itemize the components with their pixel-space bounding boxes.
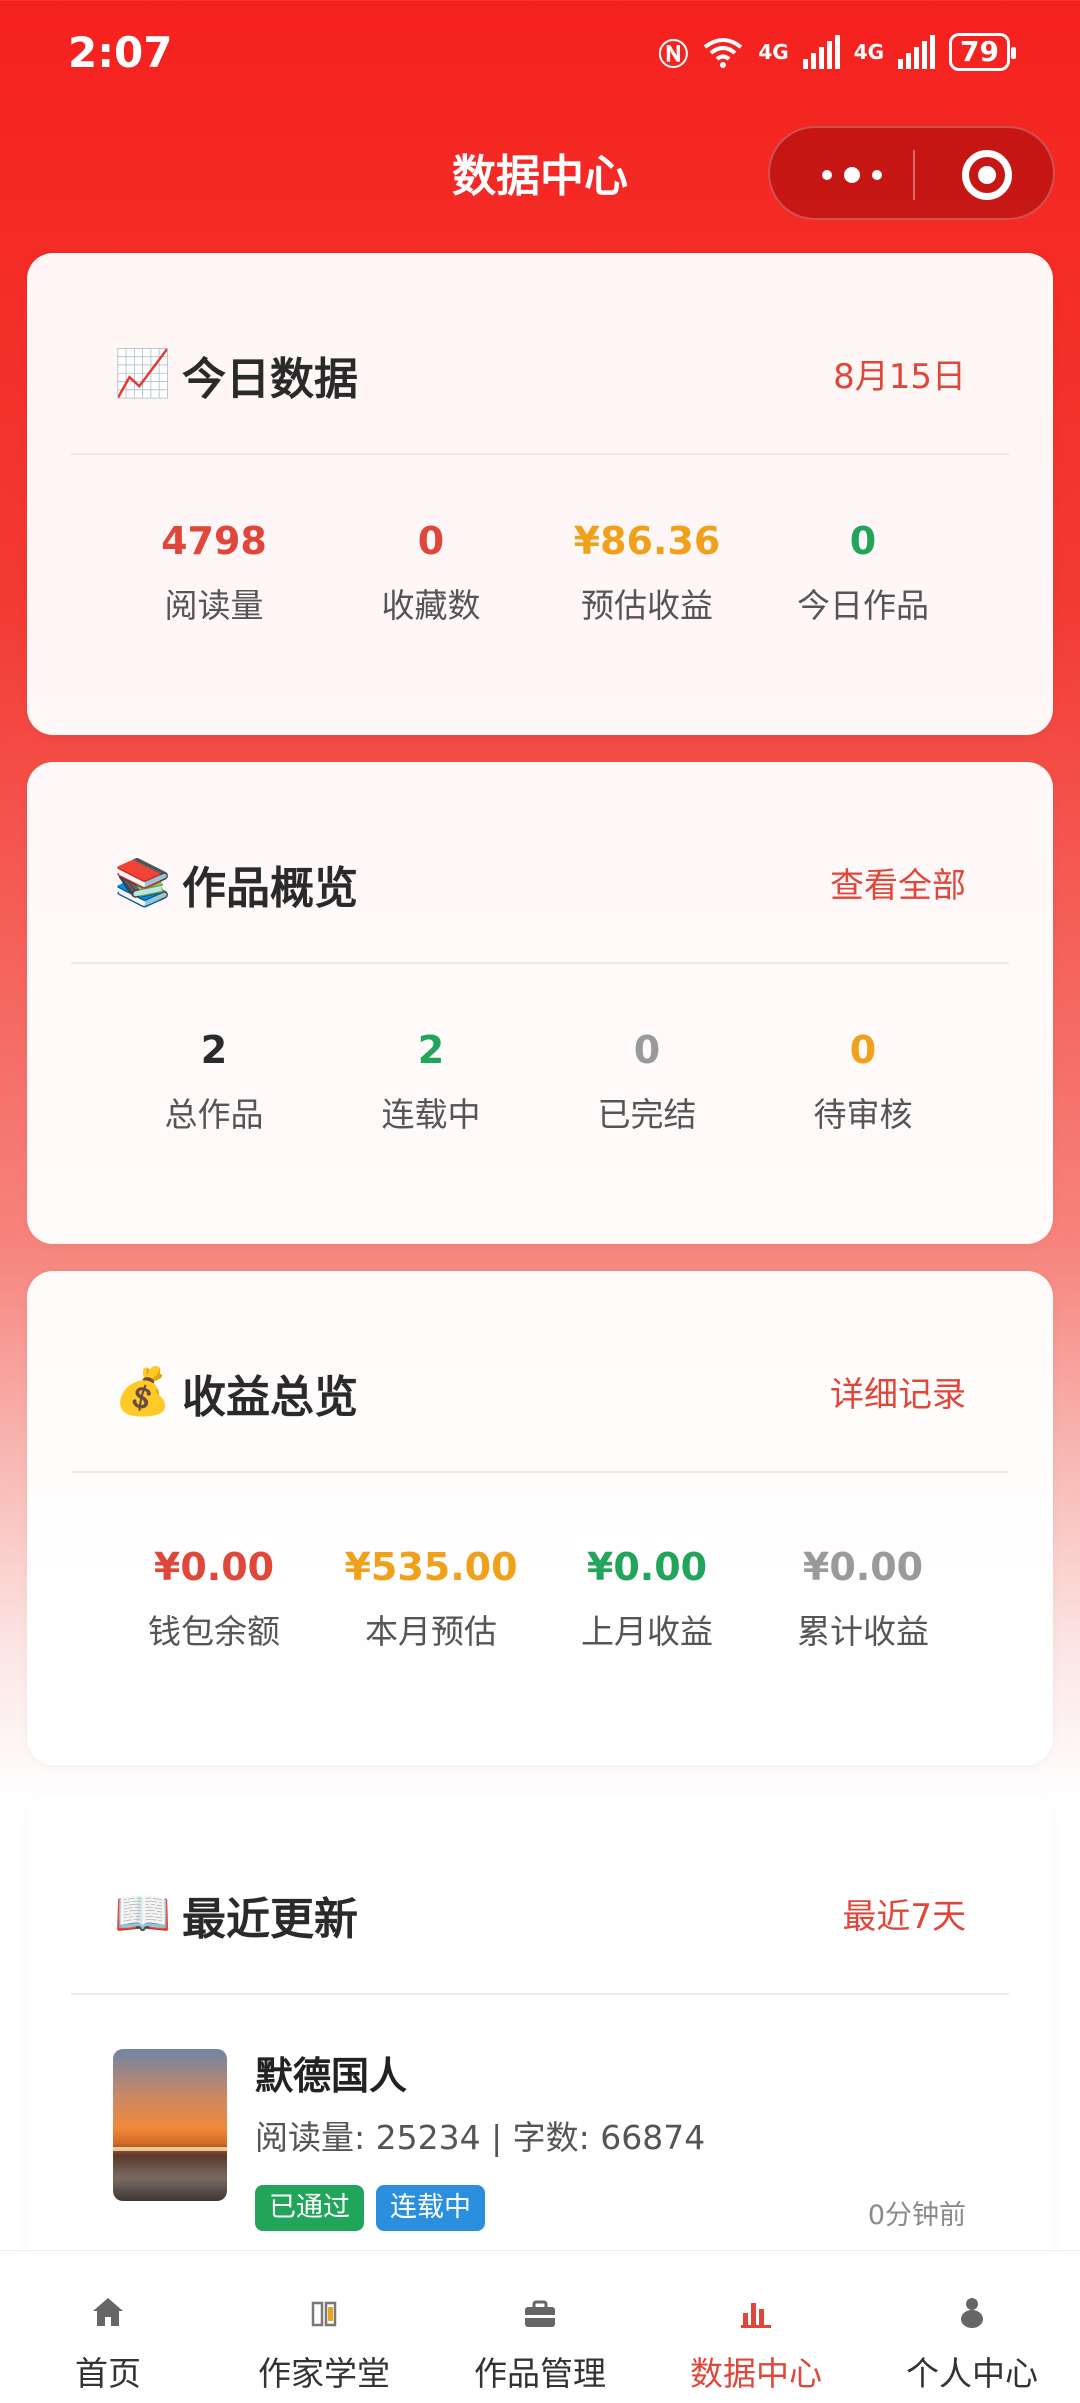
stat-label: 已完结 [597,1095,697,1134]
money-bag-icon: 💰 [114,1364,172,1418]
stat-value: ¥0.00 [586,1545,708,1589]
divider [71,1471,1009,1473]
status-badge-approved: 已通过 [255,2185,364,2231]
stat-month-estimate[interactable]: ¥535.00 本月预估 [321,1541,541,1653]
stat-today-works[interactable]: 0 今日作品 [753,515,973,627]
stat-label: 预估收益 [581,586,713,625]
stat-estimated-income[interactable]: ¥86.36 预估收益 [537,515,757,627]
tab-label: 数据中心 [690,2354,822,2393]
stat-label: 阅读量 [164,586,264,625]
view-all-link[interactable]: 查看全部 [830,858,966,907]
today-date: 8月15日 [833,357,966,397]
stat-value: 2 [200,1028,228,1072]
open-book-icon: 📖 [114,1886,172,1940]
stat-value: 0 [849,1028,877,1072]
status-badge-serializing: 连载中 [376,2185,485,2231]
works-title: 作品概览 [182,863,358,914]
stat-label: 累计收益 [797,1612,929,1651]
tab-label: 作家学堂 [258,2354,390,2393]
stat-value: ¥535.00 [344,1545,518,1589]
wifi-icon [704,38,743,68]
stat-value: 2 [417,1028,445,1072]
network-label-1: 4G [758,40,789,64]
nfc-icon: Ⓝ [658,38,689,73]
stat-value: 0 [417,519,445,563]
tab-label: 个人中心 [906,2354,1038,2393]
stat-label: 本月预估 [365,1612,497,1651]
divider [71,962,1009,964]
stat-value: 0 [633,1028,661,1072]
detail-records-link[interactable]: 详细记录 [830,1367,966,1416]
today-data-card: 📈 今日数据 8月15日 4798 阅读量 0 收藏数 ¥86.36 预估收益 … [27,253,1053,735]
today-title: 今日数据 [182,354,358,405]
tab-works-management[interactable]: 作品管理 [432,2251,648,2403]
bar-chart-icon [648,2289,864,2329]
stat-last-month[interactable]: ¥0.00 上月收益 [537,1541,757,1653]
more-icon[interactable] [806,158,898,192]
tab-label: 作品管理 [474,2354,606,2393]
capsule-divider [913,150,915,200]
signal-icon-2 [898,35,936,69]
book-icon [216,2289,432,2329]
work-cover-image [113,2049,227,2201]
income-title: 收益总览 [182,1372,358,1423]
status-icons: Ⓝ 4G 4G 79 [658,30,1016,74]
battery-icon: 79 [949,33,1016,71]
stat-label: 总作品 [164,1095,264,1134]
divider [71,1993,1009,1995]
tab-writer-school[interactable]: 作家学堂 [216,2251,432,2403]
stat-value: 4798 [161,519,267,563]
home-icon [0,2289,216,2329]
tab-profile[interactable]: 个人中心 [864,2251,1080,2403]
stat-label: 待审核 [813,1095,913,1134]
work-title: 默德国人 [255,2054,408,2098]
stat-favorites[interactable]: 0 收藏数 [321,515,541,627]
close-target-icon[interactable] [962,150,1012,200]
mini-program-capsule [768,126,1055,220]
recent-updates-card: 📖 最近更新 最近7天 默德国人 阅读量: 25234 | 字数: 66874 … [27,1793,1053,2313]
stat-value: 0 [849,519,877,563]
stat-label: 钱包余额 [148,1612,280,1651]
divider [71,453,1009,455]
user-icon [864,2289,1080,2329]
stat-read-count[interactable]: 4798 阅读量 [104,515,324,627]
books-icon: 📚 [114,855,172,909]
stat-label: 上月收益 [581,1612,713,1651]
signal-icon [802,35,840,69]
stat-label: 收藏数 [381,586,481,625]
tab-data-center[interactable]: 数据中心 [648,2251,864,2403]
chart-up-icon: 📈 [114,346,172,400]
tab-label: 首页 [75,2354,141,2393]
stat-total-works[interactable]: 2 总作品 [104,1024,324,1136]
recent-title: 最近更新 [182,1894,358,1945]
status-time: 2:07 [68,28,173,77]
stat-value: ¥0.00 [153,1545,275,1589]
stat-total-income[interactable]: ¥0.00 累计收益 [753,1541,973,1653]
work-meta: 阅读量: 25234 | 字数: 66874 [255,2118,706,2157]
stat-completed[interactable]: 0 已完结 [537,1024,757,1136]
recent-7-days-link[interactable]: 最近7天 [842,1889,966,1938]
stat-label: 今日作品 [797,586,929,625]
update-time: 0分钟前 [867,2200,966,2231]
stat-pending-review[interactable]: 0 待审核 [753,1024,973,1136]
bottom-tab-bar: 首页 作家学堂 作品管理 数据中心 个人中心 [0,2250,1080,2403]
tab-home[interactable]: 首页 [0,2251,216,2403]
stat-label: 连载中 [381,1095,481,1134]
stat-value: ¥86.36 [573,519,721,563]
income-overview-card: 💰 收益总览 详细记录 ¥0.00 钱包余额 ¥535.00 本月预估 ¥0.0… [27,1271,1053,1765]
stat-wallet-balance[interactable]: ¥0.00 钱包余额 [104,1541,324,1653]
works-overview-card: 📚 作品概览 查看全部 2 总作品 2 连载中 0 已完结 0 待审核 [27,762,1053,1244]
stat-serializing[interactable]: 2 连载中 [321,1024,541,1136]
status-bar: 2:07 Ⓝ 4G 4G 79 [0,0,1080,110]
network-label-2: 4G [853,40,885,64]
briefcase-icon [432,2289,648,2329]
stat-value: ¥0.00 [802,1545,924,1589]
